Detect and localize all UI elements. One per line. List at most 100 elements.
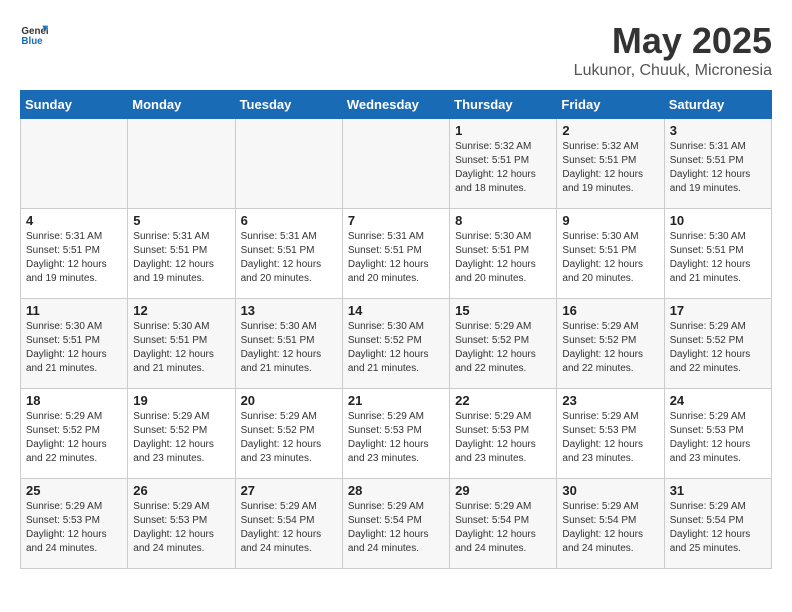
header-monday: Monday xyxy=(128,91,235,119)
day-number: 10 xyxy=(670,213,766,228)
header-tuesday: Tuesday xyxy=(235,91,342,119)
calendar-cell: 14Sunrise: 5:30 AMSunset: 5:52 PMDayligh… xyxy=(342,299,449,389)
day-info: Sunrise: 5:29 AMSunset: 5:53 PMDaylight:… xyxy=(26,500,122,556)
day-number: 12 xyxy=(133,303,229,318)
day-info: Sunrise: 5:30 AMSunset: 5:51 PMDaylight:… xyxy=(26,320,122,376)
day-number: 18 xyxy=(26,393,122,408)
day-number: 2 xyxy=(562,123,658,138)
calendar-header-row: SundayMondayTuesdayWednesdayThursdayFrid… xyxy=(21,91,772,119)
day-info: Sunrise: 5:30 AMSunset: 5:51 PMDaylight:… xyxy=(133,320,229,376)
day-number: 13 xyxy=(241,303,337,318)
day-info: Sunrise: 5:30 AMSunset: 5:51 PMDaylight:… xyxy=(562,230,658,286)
day-number: 26 xyxy=(133,483,229,498)
calendar-cell: 7Sunrise: 5:31 AMSunset: 5:51 PMDaylight… xyxy=(342,209,449,299)
calendar-cell: 25 Sunrise: 5:29 AMSunset: 5:53 PMDayligh… xyxy=(21,479,128,569)
calendar-cell: 20Sunrise: 5:29 AMSunset: 5:52 PMDayligh… xyxy=(235,389,342,479)
calendar-cell: 19 Sunrise: 5:29 AMSunset: 5:52 PMDayligh… xyxy=(128,389,235,479)
day-number: 6 xyxy=(241,213,337,228)
day-info: Sunrise: 5:29 AMSunset: 5:52 PMDaylight:… xyxy=(455,320,551,376)
logo: General Blue xyxy=(20,20,48,48)
logo-icon: General Blue xyxy=(20,20,48,48)
day-info: Sunrise: 5:32 AMSunset: 5:51 PMDaylight:… xyxy=(455,140,551,196)
page-header: General Blue May 2025 Lukunor, Chuuk, Mi… xyxy=(20,20,772,80)
day-number: 21 xyxy=(348,393,444,408)
day-number: 5 xyxy=(133,213,229,228)
calendar-cell: 16 Sunrise: 5:29 AMSunset: 5:52 PMDayligh… xyxy=(557,299,664,389)
day-info: Sunrise: 5:29 AMSunset: 5:54 PMDaylight:… xyxy=(241,500,337,556)
day-number: 1 xyxy=(455,123,551,138)
day-number: 22 xyxy=(455,393,551,408)
calendar-cell: 12 Sunrise: 5:30 AMSunset: 5:51 PMDayligh… xyxy=(128,299,235,389)
day-info: Sunrise: 5:29 AMSunset: 5:53 PMDaylight:… xyxy=(562,410,658,466)
calendar-cell: 21Sunrise: 5:29 AMSunset: 5:53 PMDayligh… xyxy=(342,389,449,479)
day-info: Sunrise: 5:29 AMSunset: 5:53 PMDaylight:… xyxy=(670,410,766,466)
calendar-cell: 2 Sunrise: 5:32 AMSunset: 5:51 PMDaylight… xyxy=(557,119,664,209)
day-number: 17 xyxy=(670,303,766,318)
day-number: 15 xyxy=(455,303,551,318)
day-info: Sunrise: 5:31 AMSunset: 5:51 PMDaylight:… xyxy=(26,230,122,286)
header-saturday: Saturday xyxy=(664,91,771,119)
calendar-cell xyxy=(235,119,342,209)
calendar-cell xyxy=(342,119,449,209)
day-number: 8 xyxy=(455,213,551,228)
calendar-cell: 8Sunrise: 5:30 AMSunset: 5:51 PMDaylight… xyxy=(450,209,557,299)
day-info: Sunrise: 5:29 AMSunset: 5:54 PMDaylight:… xyxy=(348,500,444,556)
day-number: 28 xyxy=(348,483,444,498)
day-info: Sunrise: 5:31 AMSunset: 5:51 PMDaylight:… xyxy=(241,230,337,286)
day-number: 25 xyxy=(26,483,122,498)
calendar-cell: 3 Sunrise: 5:31 AMSunset: 5:51 PMDaylight… xyxy=(664,119,771,209)
calendar-cell xyxy=(128,119,235,209)
week-row-2: 4Sunrise: 5:31 AMSunset: 5:51 PMDaylight… xyxy=(21,209,772,299)
calendar-cell: 31Sunrise: 5:29 AMSunset: 5:54 PMDayligh… xyxy=(664,479,771,569)
day-info: Sunrise: 5:29 AMSunset: 5:54 PMDaylight:… xyxy=(455,500,551,556)
title-area: May 2025 Lukunor, Chuuk, Micronesia xyxy=(574,20,772,80)
day-info: Sunrise: 5:29 AMSunset: 5:54 PMDaylight:… xyxy=(562,500,658,556)
day-number: 29 xyxy=(455,483,551,498)
calendar-cell: 13Sunrise: 5:30 AMSunset: 5:51 PMDayligh… xyxy=(235,299,342,389)
calendar-cell: 11Sunrise: 5:30 AMSunset: 5:51 PMDayligh… xyxy=(21,299,128,389)
day-number: 9 xyxy=(562,213,658,228)
day-info: Sunrise: 5:31 AMSunset: 5:51 PMDaylight:… xyxy=(670,140,766,196)
week-row-3: 11Sunrise: 5:30 AMSunset: 5:51 PMDayligh… xyxy=(21,299,772,389)
calendar-cell: 23 Sunrise: 5:29 AMSunset: 5:53 PMDayligh… xyxy=(557,389,664,479)
day-info: Sunrise: 5:30 AMSunset: 5:51 PMDaylight:… xyxy=(670,230,766,286)
day-number: 19 xyxy=(133,393,229,408)
day-number: 14 xyxy=(348,303,444,318)
calendar-cell: 18 Sunrise: 5:29 AMSunset: 5:52 PMDayligh… xyxy=(21,389,128,479)
week-row-4: 18 Sunrise: 5:29 AMSunset: 5:52 PMDayligh… xyxy=(21,389,772,479)
day-info: Sunrise: 5:29 AMSunset: 5:53 PMDaylight:… xyxy=(455,410,551,466)
day-info: Sunrise: 5:29 AMSunset: 5:52 PMDaylight:… xyxy=(562,320,658,376)
day-number: 3 xyxy=(670,123,766,138)
calendar-cell: 15 Sunrise: 5:29 AMSunset: 5:52 PMDayligh… xyxy=(450,299,557,389)
calendar-cell: 5 Sunrise: 5:31 AMSunset: 5:51 PMDaylight… xyxy=(128,209,235,299)
calendar-cell: 1 Sunrise: 5:32 AMSunset: 5:51 PMDaylight… xyxy=(450,119,557,209)
header-sunday: Sunday xyxy=(21,91,128,119)
calendar-cell: 17 Sunrise: 5:29 AMSunset: 5:52 PMDayligh… xyxy=(664,299,771,389)
svg-text:Blue: Blue xyxy=(21,36,43,47)
day-info: Sunrise: 5:29 AMSunset: 5:52 PMDaylight:… xyxy=(670,320,766,376)
day-number: 24 xyxy=(670,393,766,408)
calendar-table: SundayMondayTuesdayWednesdayThursdayFrid… xyxy=(20,90,772,569)
calendar-cell: 28 Sunrise: 5:29 AMSunset: 5:54 PMDayligh… xyxy=(342,479,449,569)
week-row-5: 25 Sunrise: 5:29 AMSunset: 5:53 PMDayligh… xyxy=(21,479,772,569)
main-title: May 2025 xyxy=(574,20,772,62)
day-info: Sunrise: 5:31 AMSunset: 5:51 PMDaylight:… xyxy=(348,230,444,286)
calendar-cell: 27Sunrise: 5:29 AMSunset: 5:54 PMDayligh… xyxy=(235,479,342,569)
day-number: 16 xyxy=(562,303,658,318)
day-info: Sunrise: 5:29 AMSunset: 5:52 PMDaylight:… xyxy=(133,410,229,466)
day-number: 20 xyxy=(241,393,337,408)
calendar-cell: 22 Sunrise: 5:29 AMSunset: 5:53 PMDayligh… xyxy=(450,389,557,479)
calendar-cell: 29 Sunrise: 5:29 AMSunset: 5:54 PMDayligh… xyxy=(450,479,557,569)
calendar-cell: 4Sunrise: 5:31 AMSunset: 5:51 PMDaylight… xyxy=(21,209,128,299)
day-info: Sunrise: 5:31 AMSunset: 5:51 PMDaylight:… xyxy=(133,230,229,286)
day-info: Sunrise: 5:32 AMSunset: 5:51 PMDaylight:… xyxy=(562,140,658,196)
day-number: 31 xyxy=(670,483,766,498)
day-info: Sunrise: 5:29 AMSunset: 5:53 PMDaylight:… xyxy=(133,500,229,556)
calendar-cell: 26 Sunrise: 5:29 AMSunset: 5:53 PMDayligh… xyxy=(128,479,235,569)
calendar-cell xyxy=(21,119,128,209)
day-number: 23 xyxy=(562,393,658,408)
day-info: Sunrise: 5:29 AMSunset: 5:52 PMDaylight:… xyxy=(26,410,122,466)
week-row-1: 1 Sunrise: 5:32 AMSunset: 5:51 PMDaylight… xyxy=(21,119,772,209)
calendar-cell: 6 Sunrise: 5:31 AMSunset: 5:51 PMDaylight… xyxy=(235,209,342,299)
header-friday: Friday xyxy=(557,91,664,119)
